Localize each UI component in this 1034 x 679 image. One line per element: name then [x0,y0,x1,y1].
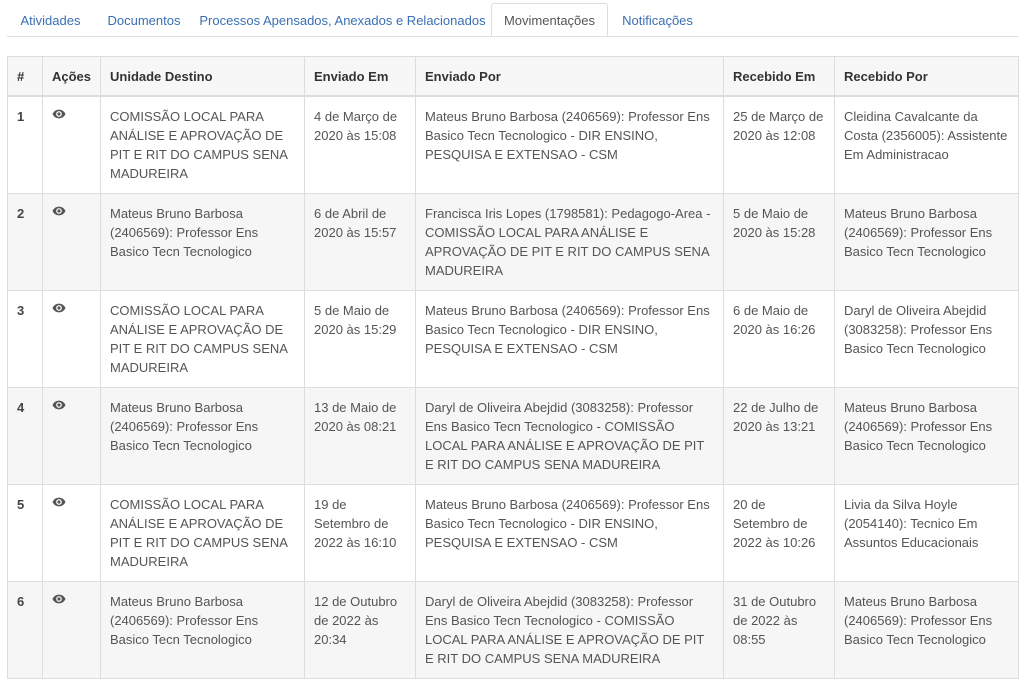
tab-processos-apensados[interactable]: Processos Apensados, Anexados e Relacion… [196,3,489,36]
cell-recebido-em: 20 de Setembro de 2022 às 10:26 [723,484,835,582]
cell-recebido-em: 22 de Julho de 2020 às 13:21 [723,387,835,485]
col-header-recebido-em[interactable]: Recebido Em [723,56,835,97]
tab-bar: Atividades Documentos Processos Apensado… [7,3,1018,37]
cell-unidade-destino: Mateus Bruno Barbosa (2406569): Professo… [100,581,305,679]
cell-unidade-destino: COMISSÃO LOCAL PARA ANÁLISE E APROVAÇÃO … [100,95,305,194]
cell-enviado-por: Mateus Bruno Barbosa (2406569): Professo… [415,484,724,582]
cell-unidade-destino: Mateus Bruno Barbosa (2406569): Professo… [100,193,305,291]
col-header-unidade-destino[interactable]: Unidade Destino [100,56,305,97]
row-actions [42,581,101,679]
cell-enviado-por: Daryl de Oliveira Abejdid (3083258): Pro… [415,581,724,679]
row-actions [42,387,101,485]
row-number: 1 [7,95,43,194]
cell-enviado-por: Mateus Bruno Barbosa (2406569): Professo… [415,95,724,194]
cell-unidade-destino: Mateus Bruno Barbosa (2406569): Professo… [100,387,305,485]
cell-enviado-por: Mateus Bruno Barbosa (2406569): Professo… [415,290,724,388]
cell-recebido-em: 25 de Março de 2020 às 12:08 [723,95,835,194]
cell-recebido-por: Mateus Bruno Barbosa (2406569): Professo… [834,193,1019,291]
row-actions [42,484,101,582]
tab-notificacoes[interactable]: Notificações [611,3,704,36]
cell-recebido-em: 6 de Maio de 2020 às 16:26 [723,290,835,388]
table-row: 5 COMISSÃO LOCAL PARA ANÁLISE E APROVAÇÃ… [7,484,1019,582]
row-actions [42,290,101,388]
eye-icon[interactable] [52,107,66,121]
table-row: 6 Mateus Bruno Barbosa (2406569): Profes… [7,581,1019,679]
row-number: 2 [7,193,43,291]
tab-documentos[interactable]: Documentos [95,3,193,36]
col-header-enviado-em[interactable]: Enviado Em [304,56,416,97]
eye-icon[interactable] [52,398,66,412]
table-header-row: # Ações Unidade Destino Enviado Em Envia… [7,56,1019,97]
cell-enviado-em: 4 de Março de 2020 às 15:08 [304,95,416,194]
row-number: 3 [7,290,43,388]
col-header-recebido-por[interactable]: Recebido Por [834,56,1019,97]
col-header-enviado-por[interactable]: Enviado Por [415,56,724,97]
cell-recebido-por: Livia da Silva Hoyle (2054140): Tecnico … [834,484,1019,582]
cell-unidade-destino: COMISSÃO LOCAL PARA ANÁLISE E APROVAÇÃO … [100,290,305,388]
cell-recebido-por: Daryl de Oliveira Abejdid (3083258): Pro… [834,290,1019,388]
cell-enviado-em: 5 de Maio de 2020 às 15:29 [304,290,416,388]
eye-icon[interactable] [52,301,66,315]
row-actions [42,95,101,194]
eye-icon[interactable] [52,592,66,606]
table-row: 2 Mateus Bruno Barbosa (2406569): Profes… [7,193,1019,291]
eye-icon[interactable] [52,204,66,218]
tab-atividades[interactable]: Atividades [10,3,91,36]
table-row: 4 Mateus Bruno Barbosa (2406569): Profes… [7,387,1019,485]
cell-enviado-em: 13 de Maio de 2020 às 08:21 [304,387,416,485]
cell-recebido-por: Mateus Bruno Barbosa (2406569): Professo… [834,387,1019,485]
row-number: 4 [7,387,43,485]
cell-recebido-por: Mateus Bruno Barbosa (2406569): Professo… [834,581,1019,679]
cell-unidade-destino: COMISSÃO LOCAL PARA ANÁLISE E APROVAÇÃO … [100,484,305,582]
cell-enviado-por: Francisca Iris Lopes (1798581): Pedagogo… [415,193,724,291]
cell-recebido-em: 31 de Outubro de 2022 às 08:55 [723,581,835,679]
cell-recebido-por: Cleidina Cavalcante da Costa (2356005): … [834,95,1019,194]
cell-enviado-em: 12 de Outubro de 2022 às 20:34 [304,581,416,679]
tab-movimentacoes[interactable]: Movimentações [491,3,608,36]
cell-enviado-em: 6 de Abril de 2020 às 15:57 [304,193,416,291]
cell-recebido-em: 5 de Maio de 2020 às 15:28 [723,193,835,291]
eye-icon[interactable] [52,495,66,509]
movimentacoes-table: # Ações Unidade Destino Enviado Em Envia… [7,56,1019,679]
row-number: 6 [7,581,43,679]
table-row: 1 COMISSÃO LOCAL PARA ANÁLISE E APROVAÇÃ… [7,95,1019,194]
cell-enviado-em: 19 de Setembro de 2022 às 16:10 [304,484,416,582]
row-number: 5 [7,484,43,582]
col-header-acoes[interactable]: Ações [42,56,101,97]
table-row: 3 COMISSÃO LOCAL PARA ANÁLISE E APROVAÇÃ… [7,290,1019,388]
row-actions [42,193,101,291]
cell-enviado-por: Daryl de Oliveira Abejdid (3083258): Pro… [415,387,724,485]
col-header-num[interactable]: # [7,56,43,97]
